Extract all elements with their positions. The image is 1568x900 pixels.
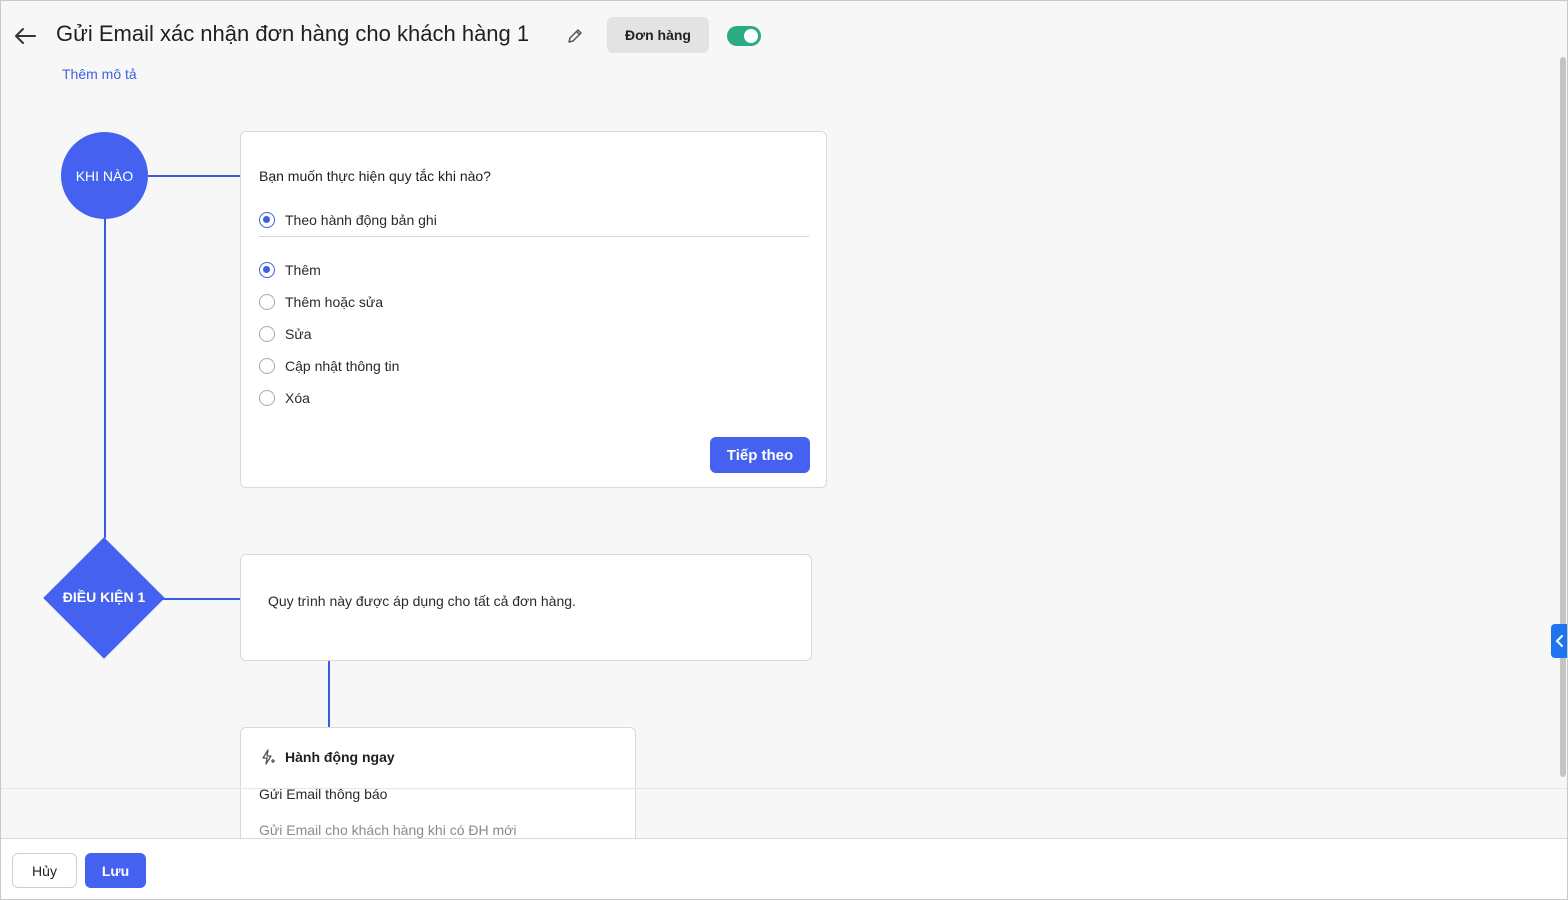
add-description-link[interactable]: Thêm mô tả: [62, 66, 137, 82]
when-node[interactable]: KHI NÀO: [61, 132, 148, 219]
connector-condition-action: [328, 661, 330, 727]
module-badge: Đơn hàng: [607, 17, 709, 53]
option-xoa[interactable]: Xóa: [259, 390, 310, 406]
connector-when-card: [147, 175, 240, 177]
divider: [259, 236, 809, 237]
option-label: Xóa: [285, 390, 310, 406]
toggle-knob: [744, 29, 758, 43]
radio-unchecked[interactable]: [259, 358, 275, 374]
condition-text: Quy trình này được áp dụng cho tất cả đơ…: [268, 593, 576, 609]
lightning-sparkle-icon: [259, 748, 277, 766]
connector-condition-card: [161, 598, 240, 600]
footer-bar: Hủy Lưu: [1, 838, 1567, 899]
option-label: Thêm hoặc sửa: [285, 294, 384, 310]
radio-unchecked[interactable]: [259, 294, 275, 310]
trigger-option[interactable]: Theo hành động bản ghi: [259, 212, 437, 228]
cancel-button[interactable]: Hủy: [12, 853, 77, 888]
back-arrow-icon[interactable]: [11, 23, 39, 49]
page-title: Gửi Email xác nhận đơn hàng cho khách hà…: [56, 21, 530, 46]
pencil-icon[interactable]: [566, 27, 584, 45]
app-window: Gửi Email xác nhận đơn hàng cho khách hà…: [0, 0, 1568, 900]
option-them-hoac-sua[interactable]: Thêm hoặc sửa: [259, 294, 383, 310]
trigger-option-label: Theo hành động bản ghi: [285, 212, 437, 228]
action-heading-label: Hành động ngay: [285, 749, 395, 765]
active-toggle[interactable]: [727, 26, 761, 46]
action-heading: Hành động ngay: [259, 748, 395, 766]
when-question: Bạn muốn thực hiện quy tắc khi nào?: [259, 168, 491, 184]
option-sua[interactable]: Sửa: [259, 326, 312, 342]
next-button[interactable]: Tiếp theo: [710, 437, 810, 473]
when-card: Bạn muốn thực hiện quy tắc khi nào? Theo…: [240, 131, 827, 488]
connector-vertical: [104, 218, 106, 538]
radio-checked[interactable]: [259, 212, 275, 228]
radio-unchecked[interactable]: [259, 326, 275, 342]
condition-card[interactable]: Quy trình này được áp dụng cho tất cả đơ…: [240, 554, 812, 661]
option-them[interactable]: Thêm: [259, 262, 321, 278]
vertical-scrollbar[interactable]: [1560, 57, 1566, 777]
option-label: Cập nhật thông tin: [285, 358, 400, 374]
side-panel-toggle[interactable]: [1551, 624, 1567, 658]
footer-separator: [1, 788, 1567, 789]
radio-unchecked[interactable]: [259, 390, 275, 406]
condition-node-label: ĐIỀU KIỆN 1: [62, 589, 146, 605]
action-description: Gửi Email cho khách hàng khi có ĐH mới: [259, 822, 517, 838]
option-label: Thêm: [285, 262, 321, 278]
chevron-left-icon: [1555, 635, 1563, 647]
save-button[interactable]: Lưu: [85, 853, 146, 888]
option-cap-nhat[interactable]: Cập nhật thông tin: [259, 358, 399, 374]
radio-checked[interactable]: [259, 262, 275, 278]
option-label: Sửa: [285, 326, 312, 342]
